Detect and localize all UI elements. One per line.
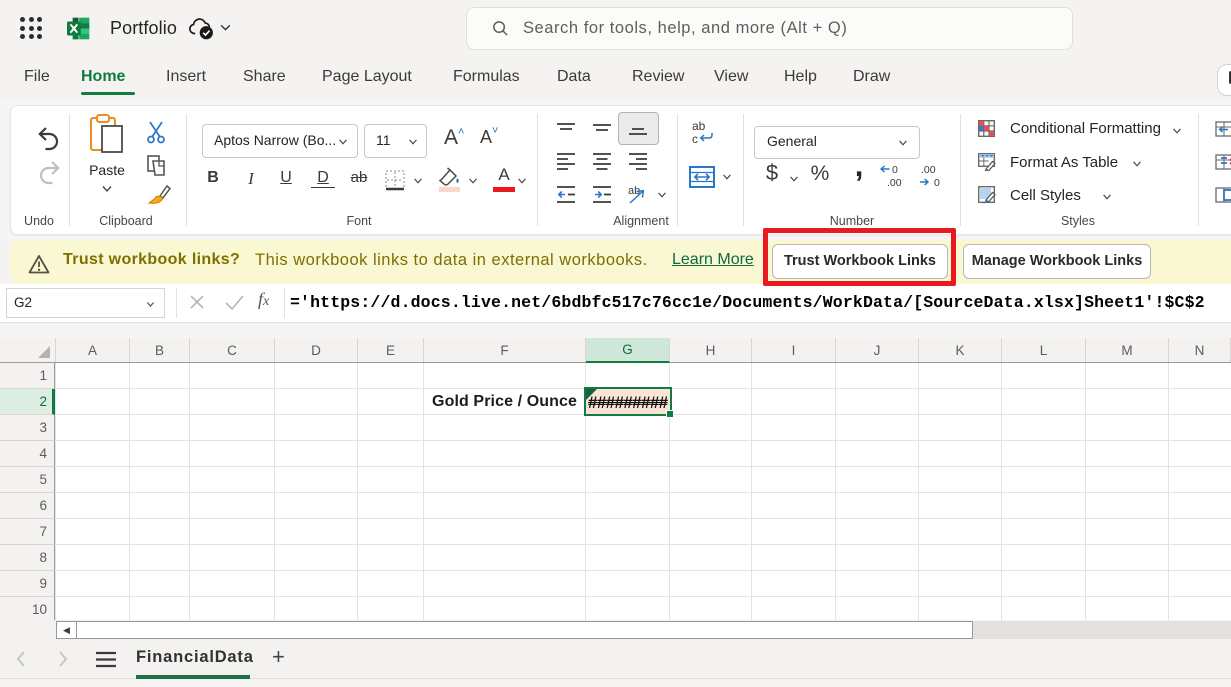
svg-text:0: 0 [892, 164, 898, 176]
svg-text:.00: .00 [887, 177, 902, 189]
svg-text:.00: .00 [921, 164, 936, 176]
svg-text:c: c [692, 132, 698, 146]
svg-text:0: 0 [934, 177, 940, 189]
